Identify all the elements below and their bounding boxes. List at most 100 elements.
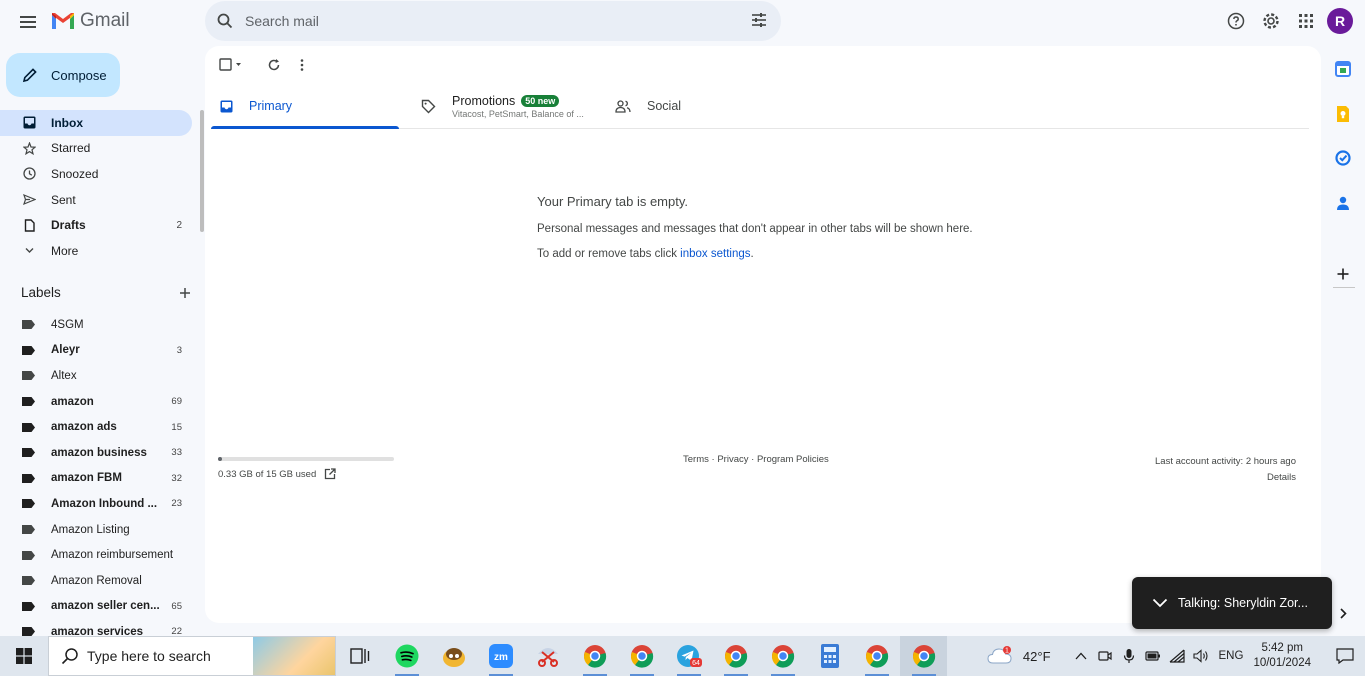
call-toast[interactable]: Talking: Sheryldin Zor... xyxy=(1132,577,1332,629)
chrome-profile-icon[interactable] xyxy=(853,636,900,676)
label-item[interactable]: amazon business 33 xyxy=(0,440,192,466)
refresh-icon[interactable] xyxy=(267,56,281,74)
category-tabs: Primary Promotions 50 new Vitacost, PetS… xyxy=(211,84,1309,129)
label-item[interactable]: Altex xyxy=(0,363,192,389)
tasks-icon[interactable] xyxy=(1335,150,1351,166)
chrome-profile-icon[interactable] xyxy=(900,636,947,676)
label-item[interactable]: amazon ads 15 xyxy=(0,414,192,440)
promotions-senders: Vitacost, PetSmart, Balance of ... xyxy=(452,108,584,119)
label-item[interactable]: Aleyr 3 xyxy=(0,338,192,364)
program-policies-link[interactable]: Program Policies xyxy=(757,454,829,465)
search-bar[interactable] xyxy=(205,1,781,41)
calculator-app-icon[interactable] xyxy=(806,636,853,676)
svg-text:1: 1 xyxy=(1005,648,1009,655)
side-panel-divider xyxy=(1333,287,1355,288)
inbox-icon xyxy=(22,116,36,130)
chrome-profile-icon[interactable] xyxy=(712,636,759,676)
chrome-profile-icon[interactable] xyxy=(571,636,618,676)
account-avatar[interactable]: R xyxy=(1327,8,1353,34)
main-nav: Inbox Starred Snoozed Sent Drafts 2 More xyxy=(0,110,192,264)
taskbar-search[interactable]: Type here to search xyxy=(48,636,336,676)
input-language[interactable]: ENG xyxy=(1219,650,1244,662)
support-icon[interactable] xyxy=(1218,6,1253,36)
snipping-tool-icon[interactable] xyxy=(524,636,571,676)
label-item[interactable]: 4SGM xyxy=(0,312,192,338)
label-tag-icon xyxy=(22,397,35,407)
main-menu-button[interactable] xyxy=(14,10,42,34)
nav-item-snoozed[interactable]: Snoozed xyxy=(0,161,192,187)
inbox-icon xyxy=(220,100,233,112)
draft-file-icon xyxy=(22,218,36,232)
keep-notes-icon[interactable] xyxy=(1335,106,1351,122)
settings-gear-icon[interactable] xyxy=(1253,6,1288,36)
taskbar-search-placeholder: Type here to search xyxy=(87,648,211,664)
chevron-right-icon[interactable] xyxy=(1335,605,1351,621)
compose-button[interactable]: Compose xyxy=(6,53,120,97)
volume-icon[interactable] xyxy=(1189,636,1213,676)
windows-taskbar: Type here to search zm 64 1 42°F ENG 5:4… xyxy=(0,636,1365,676)
gmail-m-icon xyxy=(52,13,74,29)
zoom-app-icon[interactable]: zm xyxy=(477,636,524,676)
more-vertical-icon[interactable] xyxy=(299,56,305,74)
label-item[interactable]: Amazon reimbursement xyxy=(0,542,192,568)
empty-description: Personal messages and messages that don'… xyxy=(537,223,973,235)
star-icon xyxy=(22,141,36,155)
tab-promotions[interactable]: Promotions 50 new Vitacost, PetSmart, Ba… xyxy=(399,84,603,128)
nav-item-drafts[interactable]: Drafts 2 xyxy=(0,212,192,238)
wifi-icon[interactable] xyxy=(1165,636,1189,676)
chevron-up-icon[interactable] xyxy=(1069,636,1093,676)
battery-icon[interactable] xyxy=(1141,636,1165,676)
inbox-settings-link[interactable]: inbox settings xyxy=(680,248,750,260)
taskbar-clock[interactable]: 5:42 pm 10/01/2024 xyxy=(1253,641,1311,671)
task-view-icon[interactable] xyxy=(336,636,383,676)
search-options-icon[interactable] xyxy=(751,12,767,33)
search-input[interactable] xyxy=(245,13,735,29)
nav-item-inbox[interactable]: Inbox xyxy=(0,110,192,136)
label-tag-icon xyxy=(22,422,35,432)
microphone-icon[interactable] xyxy=(1117,636,1141,676)
label-item[interactable]: Amazon Listing xyxy=(0,517,192,543)
weather-widget[interactable]: 1 42°F xyxy=(987,646,1051,666)
cloud-icon: 1 xyxy=(987,646,1012,664)
apps-grid-icon[interactable] xyxy=(1288,6,1323,36)
chrome-profile-icon[interactable] xyxy=(618,636,665,676)
add-addon-plus-icon[interactable] xyxy=(1335,266,1351,282)
label-item[interactable]: amazon FBM 32 xyxy=(0,466,192,492)
label-item[interactable]: amazon 69 xyxy=(0,389,192,415)
label-item[interactable]: Amazon Inbound ... 23 xyxy=(0,491,192,517)
notification-center-icon[interactable] xyxy=(1325,636,1365,676)
nav-scrollbar[interactable] xyxy=(200,110,204,232)
game-app-icon[interactable] xyxy=(430,636,477,676)
chrome-profile-icon[interactable] xyxy=(759,636,806,676)
empty-state: Your Primary tab is empty. Personal mess… xyxy=(537,194,973,273)
footer-links: Terms · Privacy · Program Policies xyxy=(683,454,829,465)
chevron-down-icon[interactable] xyxy=(1152,598,1168,608)
spotify-app-icon[interactable] xyxy=(383,636,430,676)
tab-primary[interactable]: Primary xyxy=(211,84,399,129)
search-icon[interactable] xyxy=(205,13,245,29)
search-highlight-image xyxy=(253,637,335,675)
terms-link[interactable]: Terms xyxy=(683,454,709,465)
calendar-icon[interactable] xyxy=(1335,61,1351,77)
select-checkbox[interactable] xyxy=(219,56,243,74)
windows-start-button[interactable] xyxy=(0,636,48,676)
label-item[interactable]: amazon seller cen... 65 xyxy=(0,594,192,620)
camera-icon[interactable] xyxy=(1093,636,1117,676)
label-tag-icon xyxy=(22,576,35,586)
app-name: Gmail xyxy=(80,10,130,31)
gmail-logo[interactable]: Gmail xyxy=(50,10,130,32)
details-link[interactable]: Details xyxy=(1155,470,1296,486)
privacy-link[interactable]: Privacy xyxy=(717,454,748,465)
add-label-plus-icon[interactable] xyxy=(179,287,191,299)
nav-item-sent[interactable]: Sent xyxy=(0,187,192,213)
label-tag-icon xyxy=(22,601,35,611)
chevron-down-icon xyxy=(22,244,36,258)
tab-social[interactable]: Social xyxy=(603,84,803,128)
open-external-icon[interactable] xyxy=(324,468,336,480)
search-icon xyxy=(61,648,78,665)
contacts-icon[interactable] xyxy=(1335,195,1351,211)
label-item[interactable]: Amazon Removal xyxy=(0,568,192,594)
nav-item-starred[interactable]: Starred xyxy=(0,136,192,162)
nav-item-more[interactable]: More xyxy=(0,238,192,264)
telegram-app-icon[interactable]: 64 xyxy=(665,636,712,676)
